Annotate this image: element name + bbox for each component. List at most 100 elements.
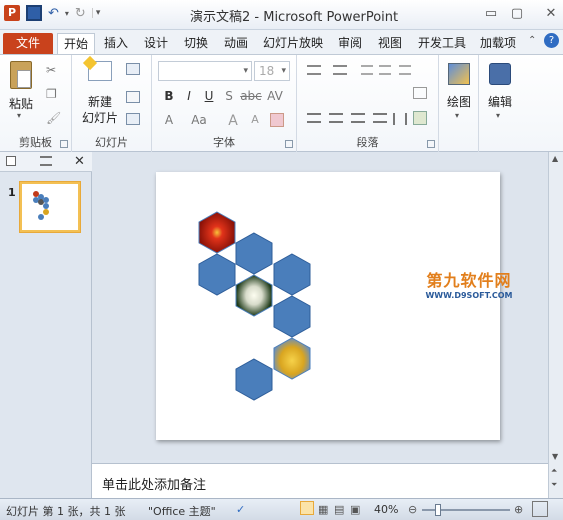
hexagon-blue[interactable] [273, 253, 311, 296]
paste-dropdown-icon[interactable]: ▾ [17, 111, 21, 120]
tab-design[interactable]: 设计 [140, 33, 172, 54]
tab-animations[interactable]: 动画 [220, 33, 252, 54]
paste-icon[interactable] [10, 61, 32, 89]
drawing-label[interactable]: 绘图 [443, 93, 475, 110]
change-case-button[interactable]: Aa [190, 113, 208, 127]
prev-slide-icon[interactable]: ⏶ [551, 466, 557, 476]
hexagon-blue[interactable] [235, 358, 273, 401]
undo-dropdown-icon[interactable]: ▾ [65, 9, 69, 18]
scroll-up-icon[interactable]: ▲ [552, 154, 558, 163]
slide-sorter-icon[interactable]: ▦ [318, 503, 328, 516]
slide[interactable] [156, 172, 500, 440]
clear-format-icon[interactable] [270, 113, 284, 127]
spell-check-icon[interactable]: ✓ [236, 503, 245, 516]
format-painter-icon[interactable]: 🖌 [46, 111, 61, 125]
new-slide-label-line1[interactable]: 新建 [82, 93, 118, 110]
new-slide-label-line2[interactable]: 幻灯片 [78, 109, 122, 126]
editing-dropdown-icon[interactable]: ▾ [496, 111, 500, 120]
underline-button[interactable]: U [200, 89, 218, 103]
slides-tab-icon[interactable] [6, 156, 16, 166]
numbering-icon[interactable] [333, 65, 347, 75]
paste-button-label[interactable]: 粘贴 [6, 95, 36, 112]
paragraph-launcher-icon[interactable] [427, 140, 435, 148]
grow-font-button[interactable]: A [224, 113, 242, 129]
shadow-button[interactable]: S [220, 89, 238, 103]
save-icon[interactable] [26, 5, 42, 21]
reset-icon[interactable] [126, 91, 140, 103]
italic-button[interactable]: I [180, 89, 198, 103]
find-icon[interactable] [489, 63, 511, 85]
zoom-level[interactable]: 40% [374, 503, 398, 516]
tab-developer[interactable]: 开发工具 [414, 33, 470, 54]
powerpoint-logo-icon[interactable]: P [4, 5, 20, 21]
copy-icon[interactable]: ❐ [46, 87, 57, 101]
customize-qat-icon[interactable]: ▾ [91, 8, 100, 18]
outline-tab-icon[interactable] [40, 156, 52, 166]
theme-name[interactable]: "Office 主题" [148, 503, 216, 519]
tab-addins[interactable]: 加载项 [476, 33, 520, 54]
redo-icon[interactable]: ↻ [75, 6, 86, 21]
font-family-combo[interactable]: ▾ [158, 61, 252, 81]
bullets-icon[interactable] [307, 65, 321, 75]
drawing-dropdown-icon[interactable]: ▾ [455, 111, 459, 120]
slide-thumbnail[interactable] [20, 182, 80, 232]
clipboard-launcher-icon[interactable] [60, 140, 68, 148]
hexagon-white-flower[interactable] [235, 274, 273, 317]
smartart-icon[interactable] [413, 111, 427, 125]
hexagon-blue[interactable] [273, 295, 311, 338]
new-slide-icon[interactable] [82, 55, 112, 81]
increase-indent-icon[interactable] [379, 65, 391, 75]
close-button[interactable]: ✕ [540, 6, 562, 21]
hexagon-blue[interactable] [198, 253, 236, 296]
align-left-icon[interactable] [307, 113, 321, 123]
tab-view[interactable]: 视图 [374, 33, 406, 54]
layout-icon[interactable] [126, 63, 140, 75]
minimize-ribbon-icon[interactable]: ⌃ [528, 35, 536, 46]
next-slide-icon[interactable]: ⏷ [551, 480, 557, 490]
line-spacing-icon[interactable] [399, 65, 411, 75]
slideshow-view-icon[interactable]: ▣ [350, 503, 360, 516]
scroll-down-icon[interactable]: ▼ [552, 452, 558, 461]
char-spacing-button[interactable]: AV [266, 89, 284, 103]
close-panel-icon[interactable]: ✕ [74, 154, 85, 169]
font-launcher-icon[interactable] [285, 140, 293, 148]
hexagon-yellow-flower[interactable] [273, 337, 311, 380]
text-direction-icon[interactable] [413, 87, 427, 99]
strikethrough-button[interactable]: abc [240, 89, 262, 103]
normal-view-icon[interactable] [300, 501, 314, 515]
notes-pane[interactable]: 单击此处添加备注 [92, 463, 548, 498]
tab-home[interactable]: 开始 [57, 33, 95, 54]
columns-icon[interactable] [393, 113, 407, 125]
maximize-button[interactable]: ▢ [506, 6, 528, 21]
hexagon-blue[interactable] [235, 232, 273, 275]
bold-button[interactable]: B [160, 89, 178, 103]
tab-file[interactable]: 文件 [3, 33, 53, 54]
tab-slideshow[interactable]: 幻灯片放映 [262, 33, 324, 54]
justify-icon[interactable] [373, 113, 387, 123]
font-size-combo[interactable]: 18 ▾ [254, 61, 290, 81]
align-center-icon[interactable] [329, 113, 343, 123]
fit-to-window-icon[interactable] [532, 501, 548, 517]
zoom-in-icon[interactable]: ⊕ [514, 503, 523, 516]
minimize-button[interactable]: ▭ [480, 6, 502, 21]
font-size-value: 18 [259, 64, 275, 78]
zoom-slider-thumb[interactable] [435, 504, 441, 516]
shrink-font-button[interactable]: A [246, 113, 264, 126]
undo-icon[interactable]: ↶ [48, 6, 59, 21]
editing-label[interactable]: 编辑 [483, 93, 517, 110]
reading-view-icon[interactable]: ▤ [334, 503, 344, 516]
cut-icon[interactable]: ✂ [46, 63, 56, 77]
notes-placeholder[interactable]: 单击此处添加备注 [102, 474, 206, 493]
zoom-out-icon[interactable]: ⊖ [408, 503, 417, 516]
tab-transitions[interactable]: 切换 [180, 33, 212, 54]
hexagon-red-flower[interactable] [198, 211, 236, 254]
vertical-scrollbar[interactable]: ▲ ▼ ⏶ ⏷ [548, 152, 563, 498]
font-color-button[interactable]: A [160, 113, 178, 127]
decrease-indent-icon[interactable] [361, 65, 373, 75]
drawing-icon[interactable] [448, 63, 470, 85]
help-icon[interactable]: ? [544, 33, 559, 48]
tab-insert[interactable]: 插入 [100, 33, 132, 54]
tab-review[interactable]: 审阅 [334, 33, 366, 54]
section-icon[interactable] [126, 113, 140, 125]
align-right-icon[interactable] [351, 113, 365, 123]
